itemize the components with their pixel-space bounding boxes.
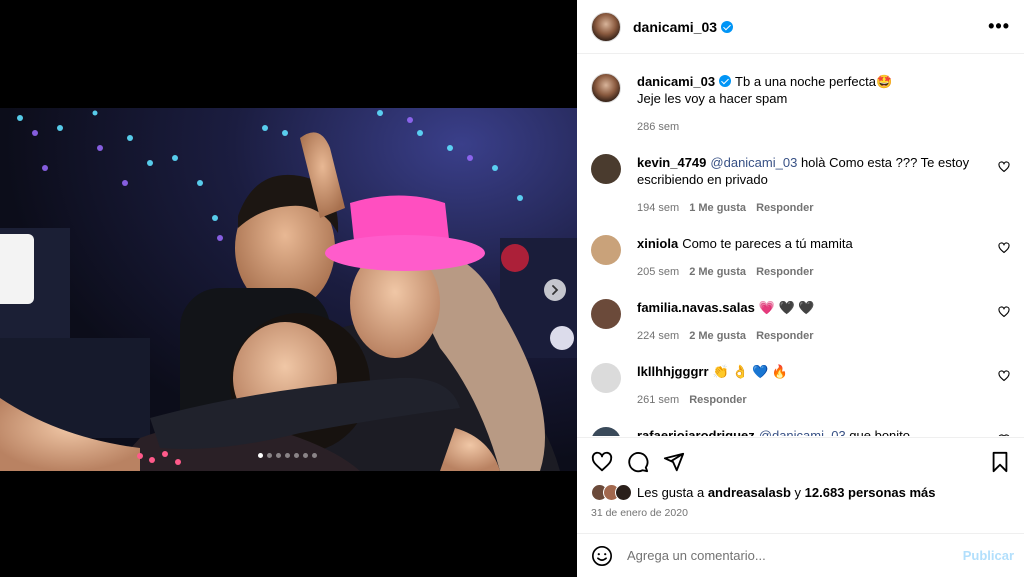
comment-username[interactable]: xiniola xyxy=(637,236,678,251)
caption-text-line1: Tb a una noche perfecta🤩 xyxy=(735,74,893,89)
comment-likes[interactable]: 2 Me gusta xyxy=(689,330,746,342)
likes-text: Les gusta a andreasalasb y 12.683 person… xyxy=(637,485,935,500)
comment-username[interactable]: rafaeriojarodriguez xyxy=(637,428,755,436)
likes-user[interactable]: andreasalasb xyxy=(708,485,791,500)
reply-button[interactable]: Responder xyxy=(689,394,746,406)
heart-icon[interactable] xyxy=(998,305,1010,323)
comment-text: 💗 🖤 🖤 xyxy=(758,300,815,315)
comment-icon[interactable] xyxy=(627,451,649,473)
comment-likes[interactable]: 2 Me gusta xyxy=(689,266,746,278)
post-header: danicami_03 ••• xyxy=(577,0,1024,54)
commenter-avatar[interactable] xyxy=(591,299,621,329)
bookmark-icon[interactable] xyxy=(990,451,1010,473)
reply-button[interactable]: Responder xyxy=(756,330,813,342)
carousel-dot xyxy=(285,453,290,458)
share-icon[interactable] xyxy=(663,451,685,473)
comment-time[interactable]: 194 sem xyxy=(637,202,679,214)
heart-icon[interactable] xyxy=(998,433,1010,436)
details-panel: danicami_03 ••• danicami_03 Tb a una noch… xyxy=(577,0,1024,577)
heart-icon[interactable] xyxy=(591,451,613,473)
post-actions: Les gusta a andreasalasb y 12.683 person… xyxy=(577,437,1024,519)
caption-time[interactable]: 286 sem xyxy=(637,121,679,133)
comment-time[interactable]: 205 sem xyxy=(637,266,679,278)
carousel-indicator xyxy=(258,453,317,458)
commenter-avatar[interactable] xyxy=(591,427,621,436)
heart-icon[interactable] xyxy=(998,160,1010,178)
publish-button[interactable]: Publicar xyxy=(963,548,1014,563)
verified-icon xyxy=(721,20,734,33)
comment-text: que bonito xyxy=(845,428,911,436)
heart-icon[interactable] xyxy=(998,241,1010,259)
post-date[interactable]: 31 de enero de 2020 xyxy=(591,507,1010,519)
chevron-right-icon xyxy=(552,285,559,295)
author-avatar[interactable] xyxy=(591,11,621,42)
heart-icon[interactable] xyxy=(998,369,1010,387)
comment-time[interactable]: 224 sem xyxy=(637,330,679,342)
comment-mention[interactable]: @danicami_03 xyxy=(759,428,846,436)
comments-list[interactable]: danicami_03 Tb a una noche perfecta🤩 Jeje… xyxy=(577,55,1024,436)
comment-username[interactable]: familia.navas.salas xyxy=(637,300,755,315)
comment-likes[interactable]: 1 Me gusta xyxy=(689,202,746,214)
post-photo[interactable] xyxy=(0,108,577,471)
carousel-dot xyxy=(303,453,308,458)
emoji-icon[interactable] xyxy=(591,545,613,567)
commenter-avatar[interactable] xyxy=(591,363,621,393)
comment-text: Como te pareces a tú mamita xyxy=(682,236,853,251)
liker-avatar[interactable] xyxy=(615,484,632,501)
likes-count[interactable]: 12.683 personas más xyxy=(805,485,936,500)
likes-summary: Les gusta a andreasalasb y 12.683 person… xyxy=(591,484,1010,501)
comment-username[interactable]: lkllhhjgggrr xyxy=(637,364,709,379)
reply-button[interactable]: Responder xyxy=(756,202,813,214)
post-modal: danicami_03 ••• danicami_03 Tb a una noch… xyxy=(0,0,1024,577)
commenter-avatar[interactable] xyxy=(591,235,621,265)
likes-prefix: Les gusta a xyxy=(637,485,708,500)
comment-username[interactable]: kevin_4749 xyxy=(637,155,706,170)
carousel-dot xyxy=(258,453,263,458)
carousel-next-button[interactable] xyxy=(544,279,566,301)
caption-avatar[interactable] xyxy=(591,73,621,103)
comment-text: 👏 👌 💙 🔥 xyxy=(712,364,789,379)
carousel-dot xyxy=(276,453,281,458)
likes-middle: y xyxy=(790,485,805,500)
media-panel xyxy=(0,0,577,577)
author-username[interactable]: danicami_03 xyxy=(633,19,717,35)
caption-text-line2: Jeje les voy a hacer spam xyxy=(637,91,788,106)
commenter-avatar[interactable] xyxy=(591,154,621,184)
caption-username[interactable]: danicami_03 xyxy=(637,74,715,89)
verified-icon xyxy=(719,75,732,87)
caption: danicami_03 Tb a una noche perfecta🤩 Jeje… xyxy=(591,73,1010,136)
comment-time[interactable]: 261 sem xyxy=(637,394,679,406)
carousel-dot xyxy=(267,453,272,458)
carousel-dot xyxy=(294,453,299,458)
comment-row: lkllhhjgggrr 👏 👌 💙 🔥 261 sem Responder xyxy=(591,363,1010,409)
comment-row: rafaeriojarodriguez @danicami_03 que boni… xyxy=(591,427,1010,436)
comment-row: kevin_4749 @danicami_03 holà Como esta ??… xyxy=(591,154,1010,217)
comment-row: familia.navas.salas 💗 🖤 🖤 224 sem 2 Me gust… xyxy=(591,299,1010,345)
comment-mention[interactable]: @danicami_03 xyxy=(710,155,797,170)
comment-input[interactable] xyxy=(627,548,963,563)
comment-row: xiniola Como te pareces a tú mamita 205 se… xyxy=(591,235,1010,281)
reply-button[interactable]: Responder xyxy=(756,266,813,278)
more-icon[interactable]: ••• xyxy=(988,16,1010,37)
add-comment-bar: Publicar xyxy=(577,533,1024,577)
carousel-dot xyxy=(312,453,317,458)
